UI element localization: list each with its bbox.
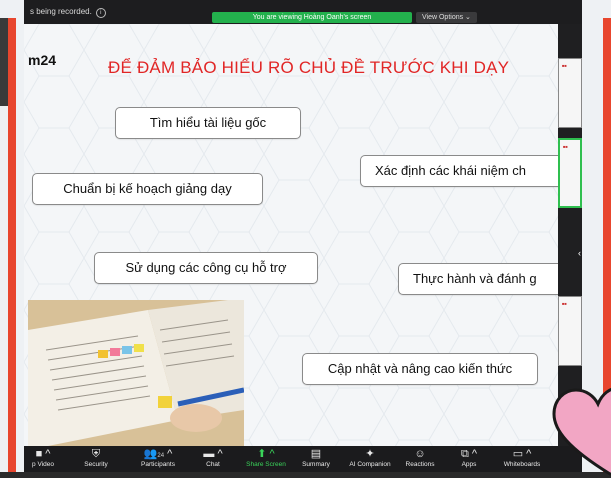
participants-icon: 👥24 ^ xyxy=(143,448,173,460)
toolbar-summary-button[interactable]: ▤ Summary xyxy=(296,448,336,468)
slide-title: ĐỂ ĐẢM BẢO HIỂU RÕ CHỦ ĐỀ TRƯỚC KHI DẠY xyxy=(108,58,510,77)
topic-box-4: Sử dụng các công cụ hỗ trợ xyxy=(94,252,318,284)
whiteboard-icon: ▭ ^ xyxy=(512,448,532,460)
summary-icon: ▤ xyxy=(310,448,322,460)
toolbar-whiteboards-button[interactable]: ▭ ^ Whiteboards xyxy=(496,448,548,468)
info-icon[interactable]: i xyxy=(95,8,106,18)
shared-slide: m24 ĐỂ ĐẢM BẢO HIỂU RÕ CHỦ ĐỀ TRƯỚC KHI … xyxy=(24,24,558,446)
toolbar-share-screen-button[interactable]: ⬆ ^ Share Screen xyxy=(240,448,292,468)
participant-thumbnail-active[interactable]: ■■ xyxy=(558,138,582,208)
meeting-top-bar: s being recorded. i You are viewing Hoàng… xyxy=(24,0,582,24)
toolbar-label: Apps xyxy=(461,461,477,468)
share-screen-icon: ⬆ ^ xyxy=(257,448,275,460)
left-background-strip xyxy=(0,0,24,472)
participant-count: 24 xyxy=(157,453,165,459)
toolbar-label: Security xyxy=(84,461,108,468)
video-camera-icon: ■ ^ xyxy=(35,448,51,460)
toolbar-ai-companion-button[interactable]: ✦ AI Companion xyxy=(342,448,398,468)
toolbar-chat-button[interactable]: ▬ ^ Chat xyxy=(198,448,228,468)
view-options-button[interactable]: View Options ⌄ xyxy=(416,12,477,23)
topic-box-5: Thực hành và đánh g xyxy=(398,263,558,295)
reactions-icon: ☺ xyxy=(414,448,426,460)
participant-thumbnail[interactable]: ■■ xyxy=(558,296,582,366)
collapse-thumbnails-icon[interactable]: ‹ xyxy=(578,248,581,258)
toolbar-video-button[interactable]: ■ ^ p Video xyxy=(26,448,60,468)
toolbar-label: Whiteboards xyxy=(503,461,541,468)
thumbnail-icon: ■■ xyxy=(562,63,567,68)
recording-text: s being recorded. xyxy=(30,7,92,16)
participant-thumbnail[interactable]: ■■ xyxy=(558,58,582,128)
toolbar-label: Summary xyxy=(302,461,330,468)
sparkle-icon: ✦ xyxy=(365,448,375,460)
topic-box-1: Tìm hiểu tài liệu gốc xyxy=(115,107,301,139)
heart-sticker xyxy=(552,387,611,476)
toolbar-participants-button[interactable]: 👥24 ^ Participants xyxy=(130,448,186,468)
shield-icon: ⛨ xyxy=(91,448,101,460)
left-red-border xyxy=(8,18,16,472)
apps-icon: ⧉ ^ xyxy=(460,448,478,460)
topic-box-2: Xác định các khái niệm ch xyxy=(360,155,558,187)
thumbnail-icon: ■■ xyxy=(563,144,568,149)
toolbar-label: Chat xyxy=(206,461,220,468)
toolbar-label: Participants xyxy=(141,461,175,468)
toolbar-security-button[interactable]: ⛨ Security xyxy=(76,448,116,468)
study-photo xyxy=(28,300,244,446)
toolbar-label: AI Companion xyxy=(349,461,391,468)
left-dark-panel xyxy=(0,18,8,106)
recording-indicator: s being recorded. i xyxy=(30,7,106,18)
slide-logo: m24 xyxy=(28,52,57,68)
toolbar-apps-button[interactable]: ⧉ ^ Apps xyxy=(452,448,486,468)
toolbar-label: p Video xyxy=(32,461,54,468)
toolbar-reactions-button[interactable]: ☺ Reactions xyxy=(402,448,438,468)
toolbar-label: Share Screen xyxy=(246,461,286,468)
topic-box-6: Cập nhật và nâng cao kiến thức xyxy=(302,353,538,385)
thumbnail-icon: ■■ xyxy=(562,301,567,306)
viewing-screen-banner: You are viewing Hoàng Oanh's screen xyxy=(212,12,412,23)
toolbar-label: Reactions xyxy=(405,461,435,468)
chat-icon: ▬ ^ xyxy=(203,448,223,460)
meeting-toolbar: ■ ^ p Video ⛨ Security 👥24 ^ Participants ▬… xyxy=(24,446,582,472)
topic-box-3: Chuẩn bị kế hoạch giảng dạy xyxy=(32,173,263,205)
